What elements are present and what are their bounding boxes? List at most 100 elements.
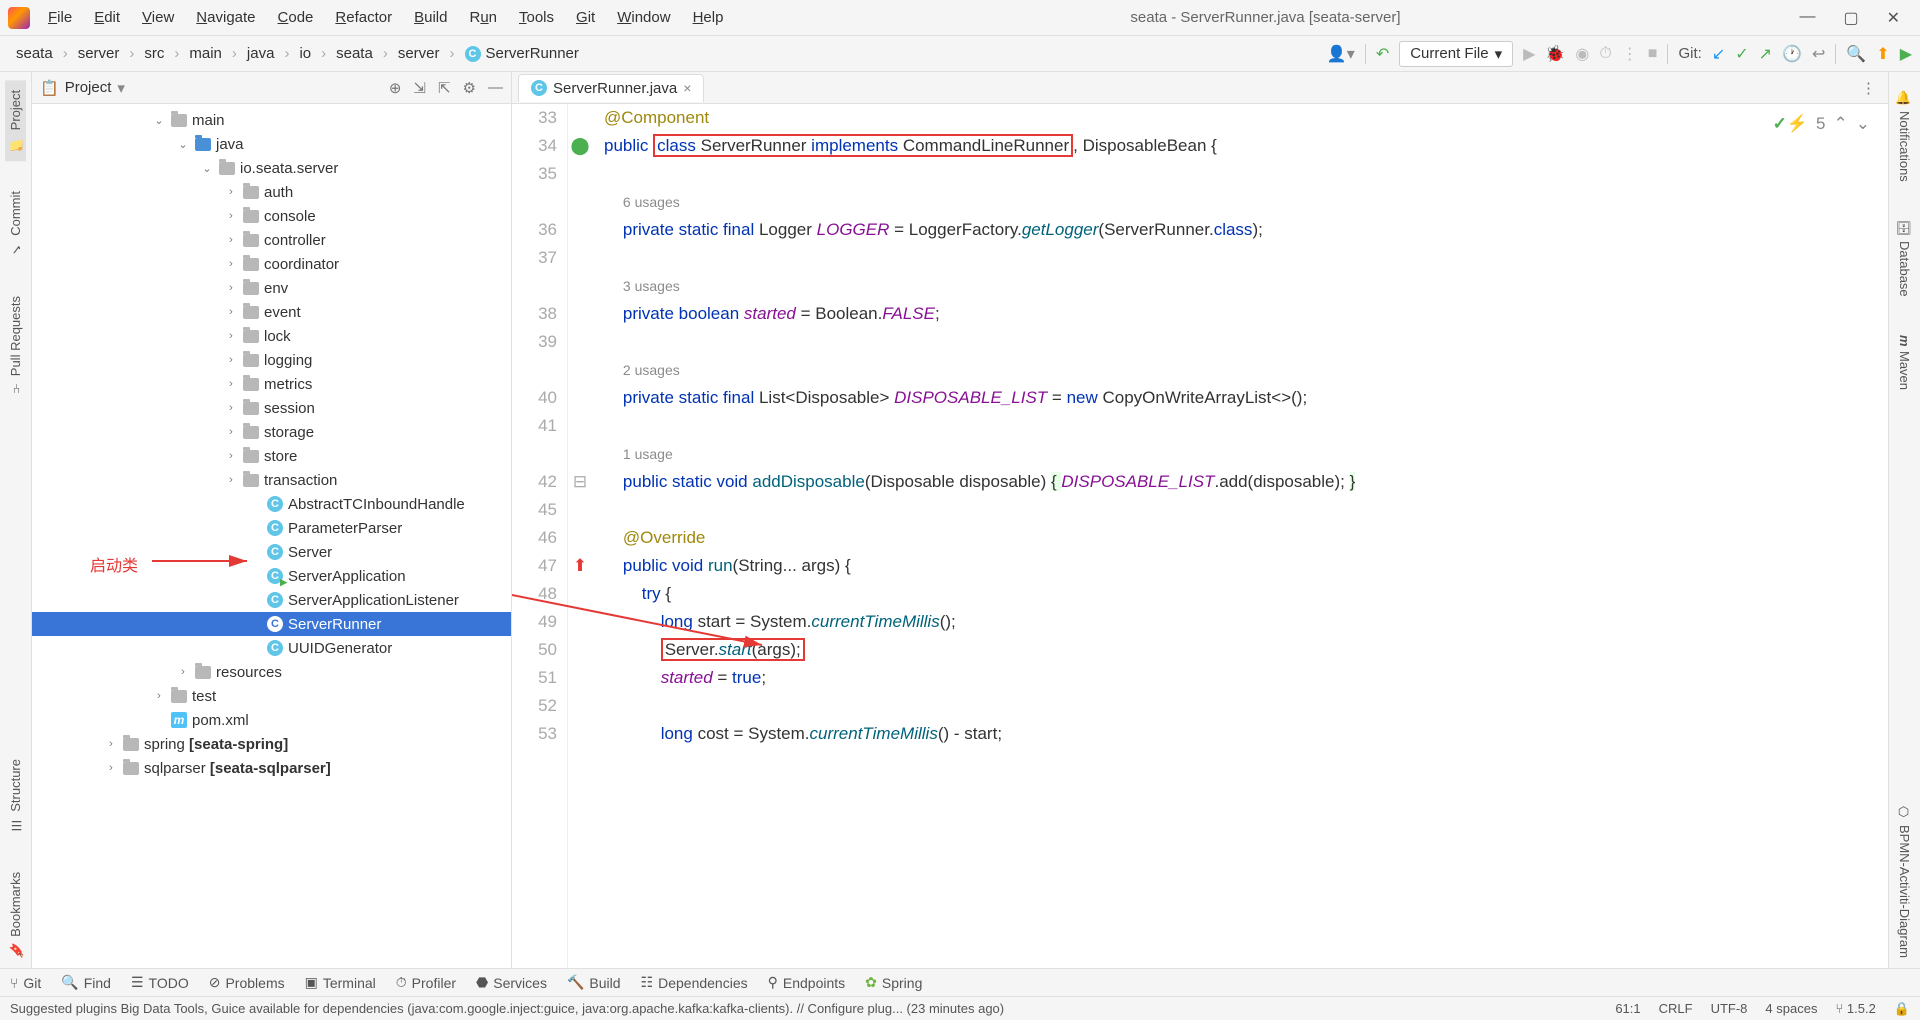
rail-database[interactable]: 🗄Database xyxy=(1894,210,1915,307)
tree-class[interactable]: CServerApplicationListener xyxy=(32,588,511,612)
expand-icon[interactable]: ⇲ xyxy=(413,79,426,97)
close-button[interactable]: ✕ xyxy=(1887,8,1900,28)
crumb[interactable]: main xyxy=(181,43,230,64)
menu-help[interactable]: Help xyxy=(685,6,732,29)
tree-module[interactable]: ›spring [seata-spring] xyxy=(32,732,511,756)
stop-icon[interactable]: ■ xyxy=(1648,45,1658,63)
rail-commit[interactable]: ✓Commit xyxy=(5,181,26,266)
menu-file[interactable]: File xyxy=(40,6,80,29)
tree-folder[interactable]: ›transaction xyxy=(32,468,511,492)
editor-body[interactable]: 33343536373839404142454647484950515253 ⬤… xyxy=(512,104,1888,968)
editor-tab[interactable]: C ServerRunner.java × xyxy=(518,74,704,102)
crumb[interactable]: src xyxy=(136,43,172,64)
rail-pull-requests[interactable]: ⑂Pull Requests xyxy=(5,286,26,404)
git-update-icon[interactable]: ↙ xyxy=(1712,44,1725,64)
git-push-icon[interactable]: ↗ xyxy=(1759,44,1772,64)
locate-icon[interactable]: ⊕ xyxy=(389,79,402,97)
rail-maven[interactable]: mMaven xyxy=(1894,325,1915,401)
tree-folder[interactable]: ›coordinator xyxy=(32,252,511,276)
tree-class[interactable]: C▶ServerApplication xyxy=(32,564,511,588)
tool-dependencies[interactable]: ☷Dependencies xyxy=(641,974,748,991)
tool-find[interactable]: 🔍Find xyxy=(61,974,111,991)
menu-code[interactable]: Code xyxy=(270,6,322,29)
chevron-down-icon[interactable]: ⌄ xyxy=(1856,110,1870,138)
tree-folder[interactable]: ⌄java xyxy=(32,132,511,156)
tree-folder[interactable]: ›auth xyxy=(32,180,511,204)
tree-class[interactable]: CAbstractTCInboundHandle xyxy=(32,492,511,516)
crumb-file[interactable]: CServerRunner xyxy=(457,43,587,64)
tree-folder[interactable]: ›storage xyxy=(32,420,511,444)
tool-spring[interactable]: ✿Spring xyxy=(865,974,922,991)
profile-icon[interactable]: ⏱ xyxy=(1599,45,1611,63)
crumb[interactable]: seata xyxy=(328,43,381,64)
tree-folder[interactable]: ›lock xyxy=(32,324,511,348)
rail-notifications[interactable]: 🔔Notifications xyxy=(1894,80,1915,192)
tool-services[interactable]: ⬣Services xyxy=(476,974,547,991)
menu-view[interactable]: View xyxy=(134,6,182,29)
tree-folder[interactable]: ›store xyxy=(32,444,511,468)
editor-tabs-more-icon[interactable]: ⋮ xyxy=(1861,79,1888,97)
collapse-icon[interactable]: ⇱ xyxy=(438,79,451,97)
tree-folder[interactable]: ›session xyxy=(32,396,511,420)
back-icon[interactable]: ↶ xyxy=(1376,44,1389,64)
tree-class[interactable]: CUUIDGenerator xyxy=(32,636,511,660)
rail-bookmarks[interactable]: 🔖Bookmarks xyxy=(5,862,26,968)
menu-git[interactable]: Git xyxy=(568,6,603,29)
status-lock-icon[interactable]: 🔒 xyxy=(1894,1001,1910,1017)
tree-folder[interactable]: ›test xyxy=(32,684,511,708)
search-icon[interactable]: 🔍 xyxy=(1846,44,1866,64)
run-config-selector[interactable]: Current File▾ xyxy=(1399,41,1513,67)
tree-folder[interactable]: ›controller xyxy=(32,228,511,252)
git-history-icon[interactable]: 🕐 xyxy=(1782,44,1802,64)
crumb[interactable]: io xyxy=(291,43,319,64)
crumb[interactable]: java xyxy=(239,43,283,64)
crumb[interactable]: server xyxy=(70,43,128,64)
menu-navigate[interactable]: Navigate xyxy=(188,6,263,29)
tree-file[interactable]: mpom.xml xyxy=(32,708,511,732)
run-icon[interactable]: ▶ xyxy=(1523,44,1535,64)
tree-folder[interactable]: ›event xyxy=(32,300,511,324)
minimize-button[interactable]: — xyxy=(1799,8,1815,28)
crumb[interactable]: server xyxy=(390,43,448,64)
maximize-button[interactable]: ▢ xyxy=(1843,8,1858,28)
tool-build[interactable]: 🔨Build xyxy=(567,974,621,991)
menu-window[interactable]: Window xyxy=(609,6,678,29)
status-branch[interactable]: ⑂ 1.5.2 xyxy=(1835,1001,1875,1017)
menu-edit[interactable]: Edit xyxy=(86,6,128,29)
collapse-gutter-icon[interactable]: ⊟ xyxy=(568,468,592,496)
code-content[interactable]: @Component public class ServerRunner imp… xyxy=(592,104,1888,968)
git-rollback-icon[interactable]: ↩ xyxy=(1812,44,1825,64)
chevron-up-icon[interactable]: ⌃ xyxy=(1834,110,1848,138)
bean-gutter-icon[interactable]: ⬤ xyxy=(568,132,592,160)
git-commit-icon[interactable]: ✓ xyxy=(1735,44,1748,64)
status-eol[interactable]: CRLF xyxy=(1659,1001,1693,1017)
tool-problems[interactable]: ⊘Problems xyxy=(209,974,285,991)
tool-todo[interactable]: ☰TODO xyxy=(131,974,189,991)
rail-project[interactable]: 📁Project xyxy=(5,80,26,161)
tree-module[interactable]: ›sqlparser [seata-sqlparser] xyxy=(32,756,511,780)
override-gutter-icon[interactable]: ⬆ xyxy=(568,552,592,580)
tool-terminal[interactable]: ▣Terminal xyxy=(305,974,376,991)
more-run-icon[interactable]: ⋮ xyxy=(1622,44,1638,64)
tree-class[interactable]: CParameterParser xyxy=(32,516,511,540)
tree-class[interactable]: CServerRunner xyxy=(32,612,511,636)
status-encoding[interactable]: UTF-8 xyxy=(1711,1001,1748,1017)
close-tab-icon[interactable]: × xyxy=(683,80,691,96)
tree-folder[interactable]: ›console xyxy=(32,204,511,228)
tree-folder[interactable]: ›metrics xyxy=(32,372,511,396)
tool-endpoints[interactable]: ⚲Endpoints xyxy=(768,974,846,991)
tree-folder[interactable]: ›env xyxy=(32,276,511,300)
menu-run[interactable]: Run xyxy=(461,6,505,29)
tool-git[interactable]: ⑂Git xyxy=(10,975,41,991)
tree-class[interactable]: CServer xyxy=(32,540,511,564)
tool-profiler[interactable]: ⏱Profiler xyxy=(396,974,456,991)
status-position[interactable]: 61:1 xyxy=(1615,1001,1640,1017)
run-anything-icon[interactable]: ▶ xyxy=(1900,44,1912,64)
debug-icon[interactable]: 🐞 xyxy=(1545,44,1565,64)
crumb[interactable]: seata xyxy=(8,43,61,64)
status-indent[interactable]: 4 spaces xyxy=(1765,1001,1817,1017)
tree-folder[interactable]: ›logging xyxy=(32,348,511,372)
menu-refactor[interactable]: Refactor xyxy=(327,6,400,29)
ide-update-icon[interactable]: ⬆ xyxy=(1876,44,1889,64)
hide-icon[interactable]: — xyxy=(488,79,503,97)
